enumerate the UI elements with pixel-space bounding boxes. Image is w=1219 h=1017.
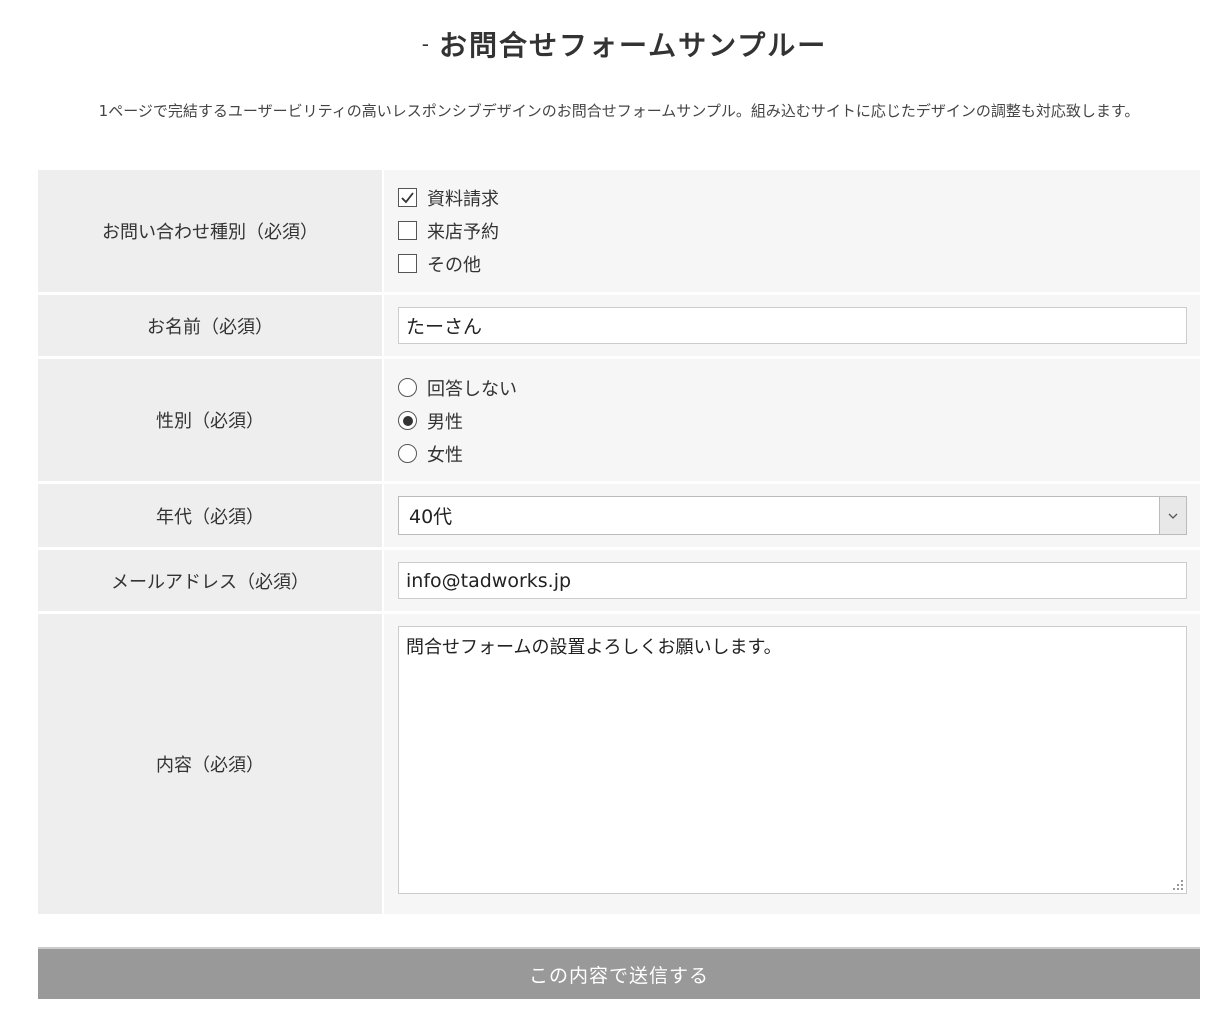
radio-female[interactable] — [398, 444, 417, 463]
email-label: メールアドレス（必須） — [38, 550, 384, 611]
title-prefix: - — [421, 32, 431, 56]
radio-dot-icon — [402, 415, 413, 426]
submit-button[interactable]: この内容で送信する — [38, 947, 1200, 999]
email-field-cell: info@tadworks.jp — [384, 550, 1200, 611]
age-select[interactable]: 40代 — [398, 496, 1187, 535]
radio-option-male[interactable]: 男性 — [398, 404, 1188, 437]
row-age: 年代（必須） 40代 — [38, 484, 1200, 550]
check-icon — [401, 192, 414, 204]
age-select-value: 40代 — [409, 506, 453, 528]
lead-text: 1ページで完結するユーザービリティの高いレスポンシブデザインのお問合せフォームサ… — [98, 102, 1140, 120]
gender-label: 性別（必須） — [38, 359, 384, 481]
page-title: - お問合せフォームサンプルー — [0, 24, 1219, 64]
row-name: お名前（必須） たーさん — [38, 295, 1200, 359]
checkbox-other[interactable] — [398, 254, 417, 273]
age-label: 年代（必須） — [38, 484, 384, 547]
checkbox-label: 来店予約 — [427, 221, 499, 243]
title-text: お問合せフォームサンプル — [438, 29, 798, 62]
name-input[interactable]: たーさん — [398, 307, 1187, 344]
gender-options: 回答しない 男性 女性 — [384, 359, 1200, 481]
title-suffix: ー — [797, 29, 828, 62]
checkbox-document[interactable] — [398, 188, 417, 207]
inquiry-type-options: 資料請求 来店予約 その他 — [384, 170, 1200, 292]
checkbox-option-other[interactable]: その他 — [398, 247, 1188, 280]
checkbox-label: 資料請求 — [427, 188, 499, 210]
content-text: 問合せフォームの設置よろしくお願いします。 — [406, 637, 782, 658]
resize-grip-icon[interactable] — [1172, 879, 1184, 891]
email-input[interactable]: info@tadworks.jp — [398, 562, 1187, 599]
radio-label: 回答しない — [427, 378, 517, 400]
radio-option-no-answer[interactable]: 回答しない — [398, 371, 1188, 404]
checkbox-visit[interactable] — [398, 221, 417, 240]
radio-label: 女性 — [427, 444, 463, 466]
radio-label: 男性 — [427, 411, 463, 433]
radio-no-answer[interactable] — [398, 378, 417, 397]
radio-male[interactable] — [398, 411, 417, 430]
dropdown-button[interactable] — [1159, 497, 1186, 534]
name-field-cell: たーさん — [384, 295, 1200, 356]
content-textarea[interactable]: 問合せフォームの設置よろしくお願いします。 — [398, 626, 1187, 894]
content-label: 内容（必須） — [38, 614, 384, 914]
checkbox-option-visit[interactable]: 来店予約 — [398, 214, 1188, 247]
checkbox-label: その他 — [427, 254, 481, 276]
row-content: 内容（必須） 問合せフォームの設置よろしくお願いします。 — [38, 614, 1200, 914]
row-gender: 性別（必須） 回答しない 男性 女性 — [38, 359, 1200, 484]
name-label: お名前（必須） — [38, 295, 384, 356]
row-email: メールアドレス（必須） info@tadworks.jp — [38, 550, 1200, 614]
inquiry-type-label: お問い合わせ種別（必須） — [38, 170, 384, 292]
row-inquiry-type: お問い合わせ種別（必須） 資料請求 来店予約 その他 — [38, 170, 1200, 295]
radio-option-female[interactable]: 女性 — [398, 437, 1188, 470]
checkbox-option-document[interactable]: 資料請求 — [398, 181, 1188, 214]
contact-form: お問い合わせ種別（必須） 資料請求 来店予約 その他 お名前（必須） たーさん — [38, 170, 1200, 914]
chevron-down-icon — [1168, 513, 1178, 519]
age-field-cell: 40代 — [384, 484, 1200, 547]
content-field-cell: 問合せフォームの設置よろしくお願いします。 — [384, 614, 1200, 914]
